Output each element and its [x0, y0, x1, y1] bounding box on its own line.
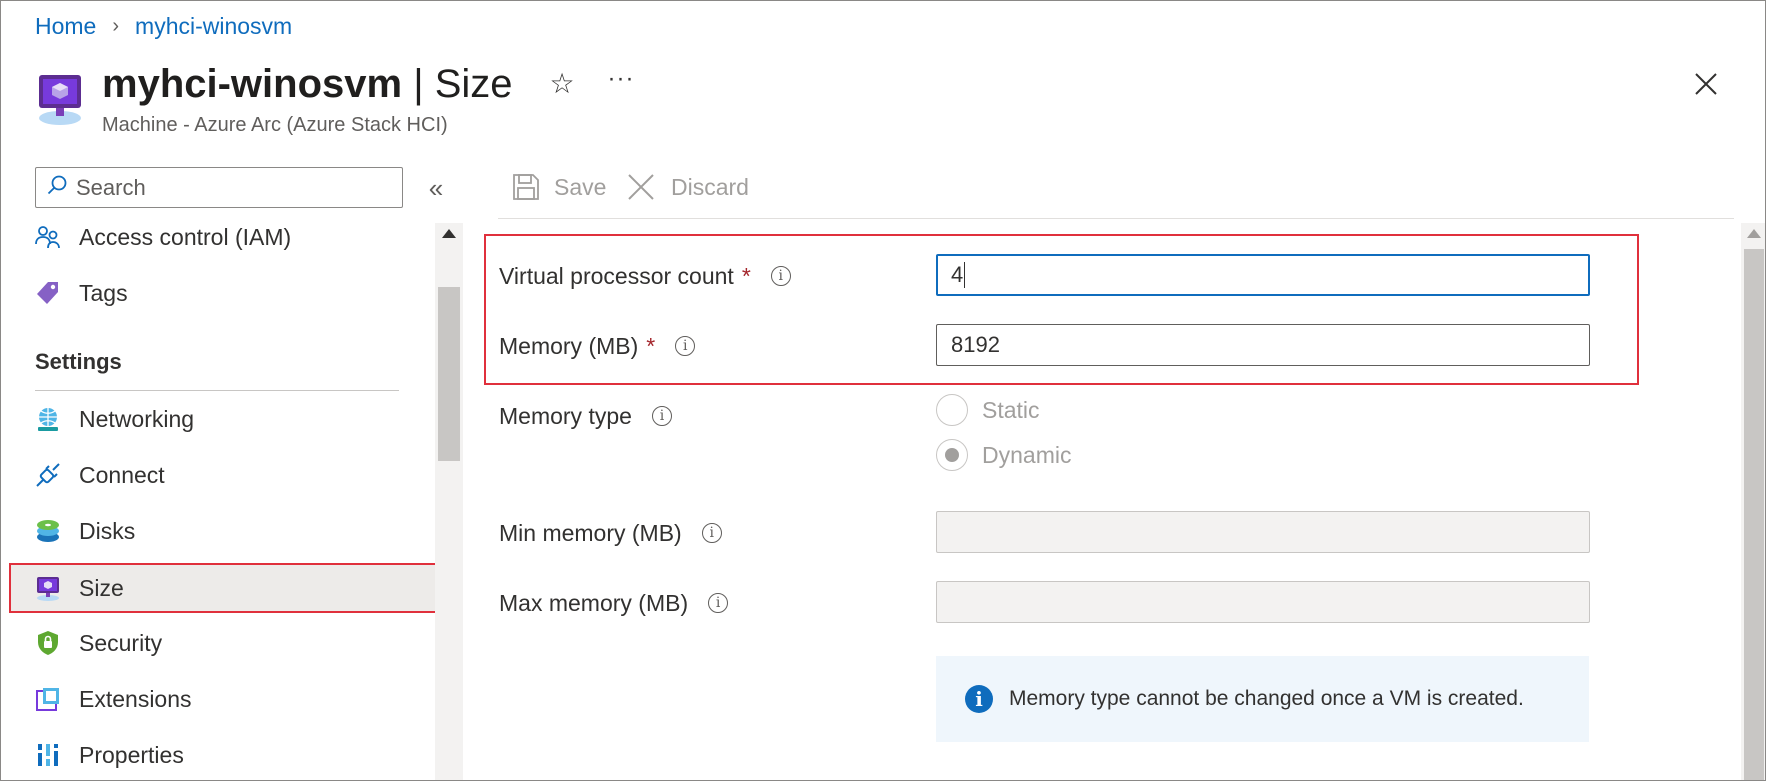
- vcpu-label: Virtual processor count * i: [499, 260, 791, 292]
- memory-input[interactable]: 8192: [936, 324, 1590, 366]
- shield-icon: [35, 630, 61, 656]
- sidebar-item-networking[interactable]: Networking: [35, 393, 435, 445]
- required-asterisk: *: [741, 262, 751, 289]
- vcpu-label-text: Virtual processor count: [499, 262, 734, 289]
- search-icon: [46, 174, 68, 201]
- discard-label: Discard: [671, 173, 749, 200]
- min-memory-input[interactable]: [936, 511, 1590, 553]
- sidebar-search-input[interactable]: Search: [35, 167, 403, 208]
- breadcrumb-resource-link[interactable]: myhci-winosvm: [135, 13, 292, 40]
- radio-label: Static: [982, 396, 1040, 423]
- discard-icon: [627, 173, 655, 201]
- sidebar-item-disks[interactable]: Disks: [35, 505, 435, 557]
- sidebar-item-label: Disks: [79, 517, 136, 544]
- settings-section-heading: Settings: [35, 349, 122, 374]
- min-memory-label-text: Min memory (MB): [499, 519, 682, 546]
- sidebar-item-label: Security: [79, 629, 163, 656]
- memory-type-dynamic-radio[interactable]: Dynamic: [936, 438, 1071, 472]
- disks-icon: [35, 518, 61, 544]
- sidebar-item-extensions[interactable]: Extensions: [35, 673, 435, 725]
- memory-label-text: Memory (MB): [499, 332, 639, 359]
- scroll-up-arrow-icon[interactable]: [442, 229, 456, 238]
- tag-icon: [35, 280, 61, 306]
- save-button[interactable]: Save: [512, 169, 606, 205]
- properties-icon: [35, 742, 61, 768]
- sidebar-item-tags[interactable]: Tags: [35, 267, 435, 319]
- memory-value: 8192: [951, 332, 1000, 357]
- sidebar-item-properties[interactable]: Properties: [35, 729, 435, 780]
- radio-selected-dot: [945, 448, 959, 462]
- breadcrumb-separator: ›: [112, 14, 120, 37]
- networking-icon: [35, 406, 61, 432]
- sidebar-item-label: Properties: [79, 741, 184, 768]
- page-title: myhci-winosvm | Size: [102, 59, 513, 109]
- discard-button[interactable]: Discard: [627, 169, 749, 205]
- save-label: Save: [554, 173, 607, 200]
- sidebar-scrollbar-thumb[interactable]: [438, 287, 460, 461]
- sidebar-item-size[interactable]: Size: [35, 562, 435, 614]
- memory-label: Memory (MB) * i: [499, 330, 696, 362]
- memory-type-static-radio[interactable]: Static: [936, 393, 1040, 427]
- vcpu-count-input[interactable]: 4: [936, 254, 1590, 296]
- section-divider: [35, 390, 399, 391]
- sidebar-item-label: Networking: [79, 405, 195, 432]
- sidebar-item-label: Access control (IAM): [79, 223, 292, 250]
- info-filled-icon: i: [965, 685, 993, 713]
- main-scrollbar-thumb[interactable]: [1744, 249, 1764, 780]
- radio-label: Dynamic: [982, 441, 1072, 468]
- max-memory-label: Max memory (MB) i: [499, 587, 729, 619]
- radio-circle: [936, 394, 968, 426]
- breadcrumb-home-link[interactable]: Home: [35, 13, 96, 40]
- text-caret: [964, 262, 966, 288]
- info-icon[interactable]: i: [701, 523, 722, 543]
- vcpu-count-value: 4: [951, 262, 964, 287]
- memory-type-label: Memory type i: [499, 400, 672, 432]
- max-memory-input[interactable]: [936, 581, 1590, 623]
- min-memory-label: Min memory (MB) i: [499, 517, 722, 549]
- resource-name: myhci-winosvm: [102, 62, 403, 106]
- sidebar-item-access-control[interactable]: Access control (IAM): [35, 211, 435, 263]
- max-memory-label-text: Max memory (MB): [499, 589, 689, 616]
- radio-circle: [936, 439, 968, 471]
- close-icon[interactable]: [1693, 71, 1719, 97]
- sidebar-item-label: Connect: [79, 461, 165, 488]
- size-icon: [35, 575, 61, 601]
- breadcrumb: Home › myhci-winosvm: [35, 11, 292, 41]
- info-icon[interactable]: i: [708, 593, 729, 613]
- blade-frame: Home › myhci-winosvm myhci-winosvm | Siz…: [0, 0, 1766, 781]
- info-message-bar: i Memory type cannot be changed once a V…: [936, 656, 1589, 742]
- plug-icon: [35, 462, 61, 488]
- sidebar-item-security[interactable]: Security: [35, 617, 435, 669]
- resource-subtitle: Machine - Azure Arc (Azure Stack HCI): [102, 114, 448, 136]
- toolbar-divider: [498, 218, 1734, 219]
- memory-type-label-text: Memory type: [499, 402, 632, 429]
- favorite-star-icon[interactable]: ☆: [547, 69, 577, 99]
- sidebar-item-label: Size: [79, 574, 124, 601]
- people-icon: [35, 224, 61, 250]
- info-icon[interactable]: i: [651, 406, 672, 426]
- search-placeholder: Search: [76, 174, 146, 200]
- more-options-icon[interactable]: ···: [606, 67, 636, 97]
- info-icon[interactable]: i: [770, 266, 791, 286]
- save-icon: [512, 173, 540, 201]
- sidebar-item-connect[interactable]: Connect: [35, 449, 435, 501]
- required-asterisk: *: [646, 332, 656, 359]
- scroll-up-arrow-icon[interactable]: [1747, 229, 1761, 238]
- sidebar-item-label: Tags: [79, 279, 128, 306]
- blade-name: Size: [434, 62, 513, 106]
- info-icon[interactable]: i: [675, 336, 696, 356]
- info-message-text: Memory type cannot be changed once a VM …: [1009, 687, 1524, 710]
- title-separator: |: [402, 62, 435, 106]
- collapse-sidebar-icon[interactable]: «: [421, 175, 451, 202]
- sidebar-item-label: Extensions: [79, 685, 192, 712]
- extensions-icon: [35, 686, 61, 712]
- vm-monitor-icon: [35, 71, 85, 127]
